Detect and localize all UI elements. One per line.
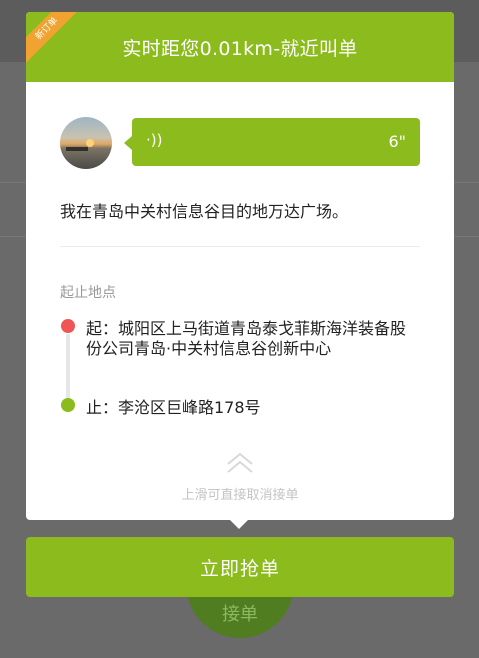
start-address: 起：城阳区上马街道青岛泰戈菲斯海洋装备股份公司青岛·中关村信息谷创新中心 <box>86 319 407 358</box>
dialog-pointer <box>228 518 250 529</box>
avatar-sun-shape <box>86 139 94 147</box>
voice-message-bubble[interactable]: ·)) 6" <box>132 118 420 166</box>
avatar <box>60 117 112 169</box>
end-point-icon <box>61 398 75 412</box>
end-address: 止：李沧区巨峰路178号 <box>86 398 261 417</box>
route-connector-line <box>66 334 70 406</box>
order-dialog: 实时距您0.01km-就近叫单 新订单 ·)) 6" 我在青岛中关村信息谷目的地… <box>26 12 454 520</box>
section-divider <box>60 246 420 247</box>
dialog-header: 实时距您0.01km-就近叫单 <box>26 12 454 82</box>
voice-wave-icon: ·)) <box>146 131 163 149</box>
dialog-title: 实时距您0.01km-就近叫单 <box>122 37 358 60</box>
grab-order-button[interactable]: 立即抢单 <box>26 537 454 597</box>
route-section-label: 起止地点 <box>60 285 116 301</box>
swipe-up-icon <box>26 450 454 480</box>
swipe-cancel-hint: 上滑可直接取消接单 <box>181 488 299 503</box>
voice-bubble-tail <box>124 136 132 150</box>
grab-order-label: 立即抢单 <box>199 557 280 580</box>
order-message: 我在青岛中关村信息谷目的地万达广场。 <box>60 202 349 221</box>
background-fab-label: 接单 <box>222 604 258 625</box>
start-point-icon <box>61 319 75 333</box>
voice-duration: 6" <box>388 132 406 151</box>
avatar-pier-shape <box>66 147 88 151</box>
